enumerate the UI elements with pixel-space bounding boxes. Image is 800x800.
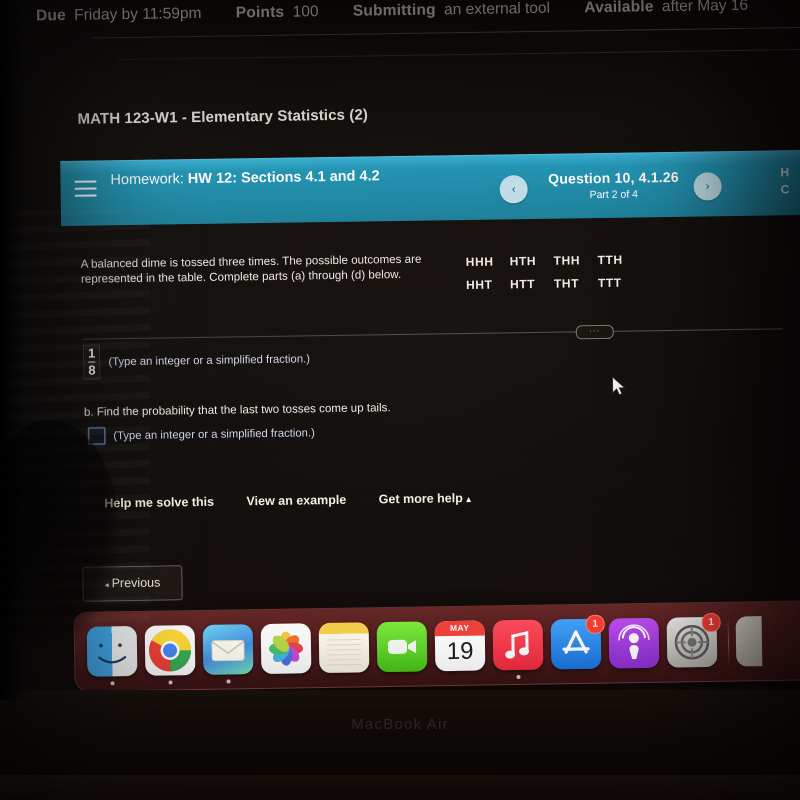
screen-left-shadow	[0, 0, 26, 700]
photo-of-laptop-screen: Due Friday by 11:59pm Points 100 Submitt…	[0, 0, 800, 800]
photo-vignette	[0, 0, 800, 800]
